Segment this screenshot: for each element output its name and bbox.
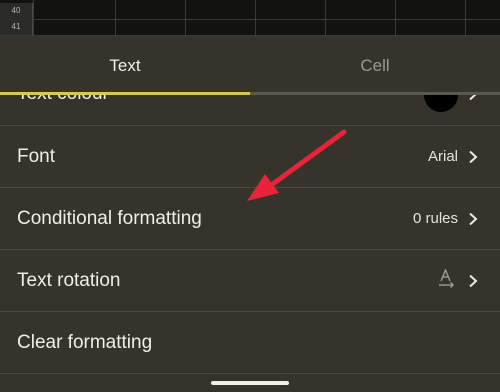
- tab-text[interactable]: Text: [0, 36, 250, 93]
- screen: 40 41 Text Cell Text colour Font: [0, 0, 500, 392]
- clear-formatting-label: Clear formatting: [17, 332, 153, 353]
- spreadsheet-grid[interactable]: 40 41: [0, 0, 500, 36]
- row-header[interactable]: 40: [0, 3, 33, 19]
- text-rotation-icon: [439, 269, 455, 289]
- format-panel: Text Cell Text colour Font Arial: [0, 36, 500, 392]
- conditional-formatting-value: 0 rules: [412, 210, 458, 227]
- chevron-right-icon: [469, 212, 478, 226]
- chevron-right-icon: [469, 274, 478, 288]
- divider: [0, 373, 500, 374]
- conditional-formatting-label: Conditional formatting: [17, 208, 202, 229]
- chevron-right-icon: [469, 150, 478, 164]
- sheet-row[interactable]: 40: [0, 3, 500, 20]
- format-options-list[interactable]: Text colour Font Arial Conditional forma…: [0, 95, 500, 392]
- format-tabs: Text Cell: [0, 36, 500, 93]
- font-value: Arial: [427, 148, 458, 165]
- text-rotation-label: Text rotation: [17, 270, 121, 291]
- text-rotation-item[interactable]: Text rotation: [0, 250, 500, 312]
- row-header[interactable]: 41: [0, 19, 33, 35]
- home-indicator[interactable]: [211, 381, 289, 385]
- font-label: Font: [17, 146, 56, 167]
- sheet-row[interactable]: 41: [0, 19, 500, 36]
- clear-formatting-item[interactable]: Clear formatting: [0, 312, 500, 374]
- conditional-formatting-item[interactable]: Conditional formatting 0 rules: [0, 188, 500, 250]
- text-colour-item[interactable]: Text colour: [0, 95, 500, 125]
- text-colour-label: Text colour: [17, 95, 109, 125]
- chevron-right-icon: [469, 95, 477, 101]
- font-item[interactable]: Font Arial: [0, 126, 500, 188]
- text-colour-swatch: [424, 95, 458, 112]
- tab-cell[interactable]: Cell: [250, 36, 500, 93]
